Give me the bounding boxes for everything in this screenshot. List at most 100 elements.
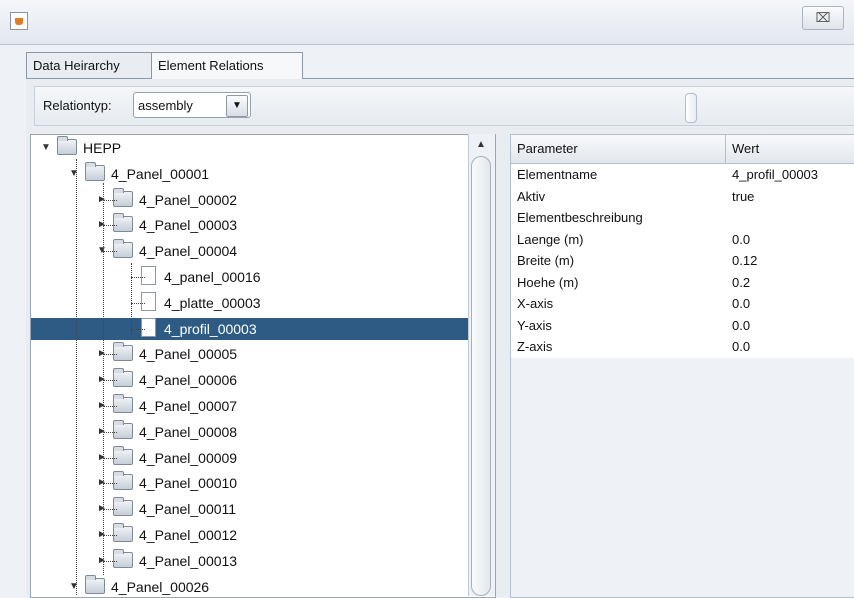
tree-node[interactable]: ► 4_Panel_00013 (97, 548, 238, 572)
folder-icon (113, 445, 133, 465)
tree-node-label: 4_Panel_00004 (139, 243, 238, 260)
tree-node-label: 4_panel_00016 (164, 269, 261, 285)
tree-connector-line (103, 225, 117, 227)
java-app-icon (10, 12, 28, 30)
tree-node-label: 4_Panel_00010 (139, 475, 238, 492)
folder-icon (113, 471, 133, 491)
tree-connector-line (103, 431, 117, 433)
tree-node[interactable]: ▼ 4_Panel_00004 (97, 239, 238, 262)
tree-node[interactable]: ► 4_Panel_00005 (97, 342, 238, 365)
relation-type-value: assembly (138, 98, 193, 113)
window-titlebar: ⌧ (0, 0, 854, 45)
folder-icon (113, 239, 133, 259)
tree-vertical-scrollbar[interactable]: ▲ (468, 134, 495, 596)
tree-node[interactable]: ▼ HEPP (41, 136, 122, 159)
tree-node[interactable]: 4_panel_00016 (141, 266, 261, 288)
tree-node-label: 4_Panel_00005 (139, 346, 238, 363)
tree-node[interactable]: ► 4_Panel_00010 (97, 471, 238, 494)
parameter-cell: Hoehe (m) (517, 274, 579, 290)
tree-node[interactable]: ► 4_Panel_00006 (97, 368, 238, 391)
folder-icon (113, 523, 133, 542)
hierarchy-tree[interactable]: ▼ HEPP ▼ 4_Panel_00001 ► 4_Panel_00002 ► 4_Pane… (30, 134, 496, 598)
column-header-parameter[interactable]: Parameter (511, 135, 726, 163)
properties-table: Parameter Wert Elementname 4_profil_00003… (510, 134, 854, 598)
properties-header: Parameter Wert (511, 135, 854, 164)
tree-node-label: HEPP (83, 140, 122, 156)
tree-connector-line (103, 457, 117, 459)
tree-node-label: 4_platte_00003 (164, 294, 261, 311)
properties-row[interactable]: Aktiv true (511, 186, 854, 208)
value-cell: 0.0 (732, 296, 751, 311)
tree-connector-line (131, 328, 145, 330)
parameter-cell: Laenge (m) (517, 231, 584, 247)
tree-node[interactable]: 4_platte_00003 (141, 291, 261, 314)
file-icon (141, 317, 156, 337)
tree-node[interactable]: ▼ 4_Panel_00001 (69, 161, 210, 185)
properties-row[interactable]: Breite (m) 0.12 (511, 250, 854, 272)
tree-node-label: 4_Panel_00006 (139, 372, 238, 389)
tab-data-heirarchy[interactable]: Data Heirarchy (26, 52, 152, 79)
tree-node-label: 4_Panel_00001 (111, 165, 210, 182)
relation-toolbar: Relationtyp: assembly ▼ (34, 86, 854, 126)
tree-node[interactable]: ► 4_Panel_00012 (97, 523, 238, 546)
properties-row[interactable]: Hoehe (m) 0.2 (511, 272, 854, 294)
tree-node[interactable]: 4_profil_00003 (31, 317, 469, 340)
tree-connector-line (103, 406, 117, 407)
expand-down-icon[interactable]: ▼ (69, 576, 81, 597)
parameter-cell: X-axis (517, 296, 554, 311)
column-header-wert[interactable]: Wert (726, 135, 854, 163)
tree-node[interactable]: ► 4_Panel_00002 (97, 187, 237, 211)
value-cell: 0.2 (732, 274, 751, 290)
close-button[interactable]: ⌧ (802, 6, 844, 30)
tree-node[interactable]: ► 4_Panel_00008 (97, 419, 238, 443)
tree-node[interactable]: ► 4_Panel_00011 (97, 497, 237, 520)
scroll-up-icon[interactable]: ▲ (471, 136, 491, 154)
tree-connector-line (103, 535, 117, 536)
tree-connector-line (131, 263, 132, 335)
properties-row[interactable]: Elementbeschreibung (511, 207, 854, 229)
tree-node[interactable]: ► 4_Panel_00009 (97, 445, 237, 469)
tree-connector-line (76, 159, 77, 595)
file-icon (141, 266, 156, 285)
folder-icon (113, 497, 133, 517)
folder-icon (113, 419, 133, 439)
folder-icon (113, 548, 133, 568)
tree-node-label: 4_Panel_00012 (139, 527, 238, 543)
tree-node-label: 4_Panel_00013 (139, 552, 238, 569)
tree-connector-line (103, 560, 117, 562)
toolbar-drag-handle[interactable] (685, 93, 697, 123)
folder-icon (113, 368, 133, 388)
expand-down-icon[interactable]: ▼ (69, 163, 81, 185)
tree-node-label: 4_profil_00003 (164, 320, 257, 337)
properties-row[interactable]: Z-axis 0.0 (511, 336, 854, 358)
tree-node-label: 4_Panel_00011 (139, 501, 237, 518)
properties-row[interactable]: X-axis 0.0 (511, 293, 854, 315)
expand-down-icon[interactable]: ▼ (41, 137, 53, 159)
parameter-cell: Breite (m) (517, 253, 575, 268)
tree-node-label: 4_Panel_00008 (139, 423, 238, 440)
value-cell: 0.0 (732, 317, 751, 333)
file-icon (141, 291, 156, 311)
chevron-down-icon[interactable]: ▼ (226, 95, 248, 117)
tab-element-relations[interactable]: Element Relations (151, 52, 303, 79)
tree-node[interactable]: ▼ 4_Panel_00026 (69, 574, 209, 597)
parameter-cell: Y-axis (517, 317, 552, 333)
tree-connector-line (103, 483, 117, 485)
tree-connector-line (131, 277, 145, 278)
tree-node-label: 4_Panel_00007 (139, 398, 238, 414)
parameter-cell: Elementname (517, 167, 598, 182)
tree-node[interactable]: ► 4_Panel_00007 (97, 394, 238, 417)
tree-node[interactable]: ► 4_Panel_00003 (97, 213, 237, 236)
folder-icon (113, 394, 133, 413)
properties-row[interactable]: Y-axis 0.0 (511, 315, 854, 337)
value-cell: 0.12 (732, 253, 758, 268)
properties-row[interactable]: Laenge (m) 0.0 (511, 229, 854, 251)
folder-icon (113, 342, 133, 362)
scroll-thumb[interactable] (471, 156, 491, 596)
relation-type-select[interactable]: assembly ▼ (133, 92, 251, 118)
value-cell: true (732, 188, 755, 204)
folder-icon (113, 213, 133, 233)
properties-row[interactable]: Elementname 4_profil_00003 (511, 164, 854, 186)
properties-rows: Elementname 4_profil_00003 Aktiv true Elemen… (511, 164, 854, 358)
folder-icon (57, 136, 77, 155)
